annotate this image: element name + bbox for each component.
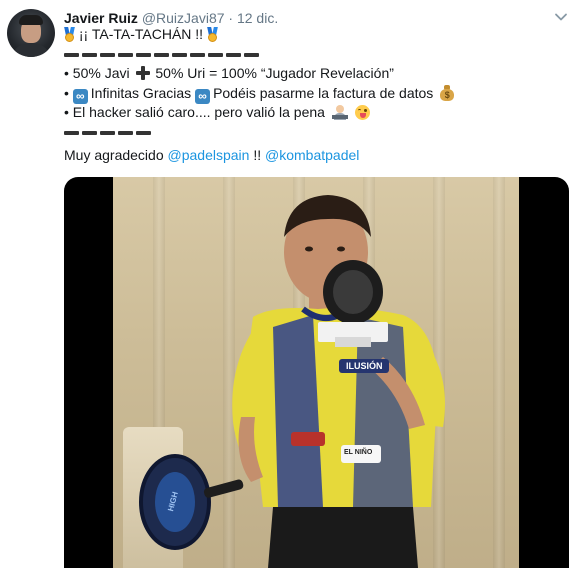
author-name[interactable]: Javier Ruiz bbox=[64, 10, 138, 26]
thanks-text: Muy agradecido bbox=[64, 147, 164, 163]
bullet1-part-a: • 50% Javi bbox=[64, 65, 130, 81]
tweet-line-bullet2: • ∞ Infinitas Gracias ∞ Podéis pasarme la … bbox=[64, 84, 569, 104]
bullet2-part-c: Podéis pasarme la factura de datos bbox=[213, 84, 434, 101]
header-separator: · bbox=[228, 10, 234, 26]
medal-icon bbox=[207, 27, 218, 42]
tweet-date[interactable]: 12 dic. bbox=[237, 10, 278, 26]
bullet2-part-b: Infinitas Gracias bbox=[90, 84, 192, 101]
tweet-line-bullet1: • 50% Javi 50% Uri = 100% “Jugador Revel… bbox=[64, 64, 569, 84]
avatar-shirt bbox=[11, 43, 51, 57]
technologist-icon bbox=[331, 105, 348, 120]
bullet3-text: • El hacker salió caro.... pero valió la… bbox=[64, 104, 325, 120]
dash-divider-bottom bbox=[64, 123, 569, 143]
shirt-sponsor-badge: EL NIÑO bbox=[344, 449, 373, 456]
bullet1-part-b: 50% Uri = 100% “Jugador Revelación” bbox=[155, 65, 394, 81]
infinity-icon: ∞ bbox=[72, 88, 88, 104]
bullet2-marker: • bbox=[64, 84, 69, 101]
winking-face-tongue-icon bbox=[354, 105, 370, 120]
dash-divider-top bbox=[64, 45, 569, 65]
mention-padelspain[interactable]: @padelspain bbox=[168, 147, 250, 163]
avatar[interactable] bbox=[7, 9, 55, 57]
avatar-hair bbox=[19, 15, 43, 25]
plus-icon bbox=[135, 66, 150, 80]
tweet-line-bullet3: • El hacker salió caro.... pero valió la… bbox=[64, 103, 569, 123]
money-bag-icon: $ bbox=[440, 84, 455, 101]
video-player[interactable]: ILUSIÓN EL NIÑO HIGH bbox=[64, 177, 569, 568]
infinity-icon: ∞ bbox=[195, 88, 211, 104]
author-handle[interactable]: @RuizJavi87 bbox=[142, 10, 225, 26]
tweet-line-title: ¡¡ TA-TA-TACHÁN !! bbox=[64, 25, 569, 45]
chevron-down-icon[interactable] bbox=[554, 10, 568, 24]
thanks-separator: !! bbox=[253, 147, 262, 163]
mention-kombatpadel[interactable]: @kombatpadel bbox=[265, 147, 359, 163]
shirt-sponsor-text: ILUSIÓN bbox=[346, 361, 383, 371]
medal-icon bbox=[64, 27, 75, 42]
tweet[interactable]: Javier Ruiz @RuizJavi87 · 12 dic. ¡¡ TA-… bbox=[0, 0, 582, 568]
title-text: ¡¡ TA-TA-TACHÁN !! bbox=[78, 26, 204, 42]
video-frame[interactable]: ILUSIÓN EL NIÑO HIGH bbox=[113, 177, 519, 568]
tweet-line-thanks: Muy agradecido @padelspain !! @kombatpad… bbox=[64, 146, 569, 166]
tweet-text: ¡¡ TA-TA-TACHÁN !! • 50% Javi 50% Uri = … bbox=[64, 25, 569, 166]
money-bag-sign: $ bbox=[444, 89, 450, 100]
